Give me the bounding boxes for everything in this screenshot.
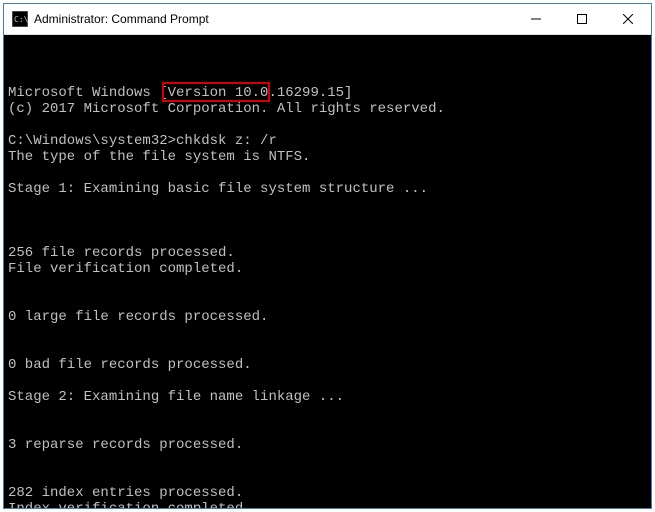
terminal-line xyxy=(8,277,647,293)
terminal-line xyxy=(8,197,647,213)
terminal-line xyxy=(8,469,647,485)
terminal-line xyxy=(8,341,647,357)
terminal-line: (c) 2017 Microsoft Corporation. All righ… xyxy=(8,101,647,117)
terminal-line: Microsoft Windows [Version 10.0.16299.15… xyxy=(8,85,647,101)
terminal-line: 282 index entries processed. xyxy=(8,485,647,501)
maximize-button[interactable] xyxy=(559,4,605,34)
terminal-line xyxy=(8,213,647,229)
svg-text:C:\: C:\ xyxy=(14,15,28,24)
minimize-button[interactable] xyxy=(513,4,559,34)
cmd-app-icon: C:\ xyxy=(12,11,28,27)
terminal-line xyxy=(8,453,647,469)
terminal-output[interactable]: Microsoft Windows [Version 10.0.16299.15… xyxy=(4,35,651,508)
command-prompt-window: C:\ Administrator: Command Prompt Micros… xyxy=(3,3,652,509)
terminal-line xyxy=(8,421,647,437)
terminal-line xyxy=(8,229,647,245)
close-button[interactable] xyxy=(605,4,651,34)
terminal-line: 0 bad file records processed. xyxy=(8,357,647,373)
terminal-line xyxy=(8,117,647,133)
terminal-line xyxy=(8,373,647,389)
terminal-line xyxy=(8,405,647,421)
titlebar[interactable]: C:\ Administrator: Command Prompt xyxy=(4,4,651,35)
terminal-line: 3 reparse records processed. xyxy=(8,437,647,453)
terminal-line xyxy=(8,293,647,309)
terminal-line xyxy=(8,325,647,341)
terminal-line: File verification completed. xyxy=(8,261,647,277)
window-title: Administrator: Command Prompt xyxy=(34,12,513,26)
terminal-prompt-line: C:\Windows\system32>chkdsk z: /r xyxy=(8,133,647,149)
terminal-line: Index verification completed. xyxy=(8,501,647,508)
terminal-line: The type of the file system is NTFS. xyxy=(8,149,647,165)
terminal-line: 0 large file records processed. xyxy=(8,309,647,325)
terminal-line: Stage 2: Examining file name linkage ... xyxy=(8,389,647,405)
terminal-line: Stage 1: Examining basic file system str… xyxy=(8,181,647,197)
terminal-line xyxy=(8,165,647,181)
window-controls xyxy=(513,4,651,34)
terminal-line: 256 file records processed. xyxy=(8,245,647,261)
